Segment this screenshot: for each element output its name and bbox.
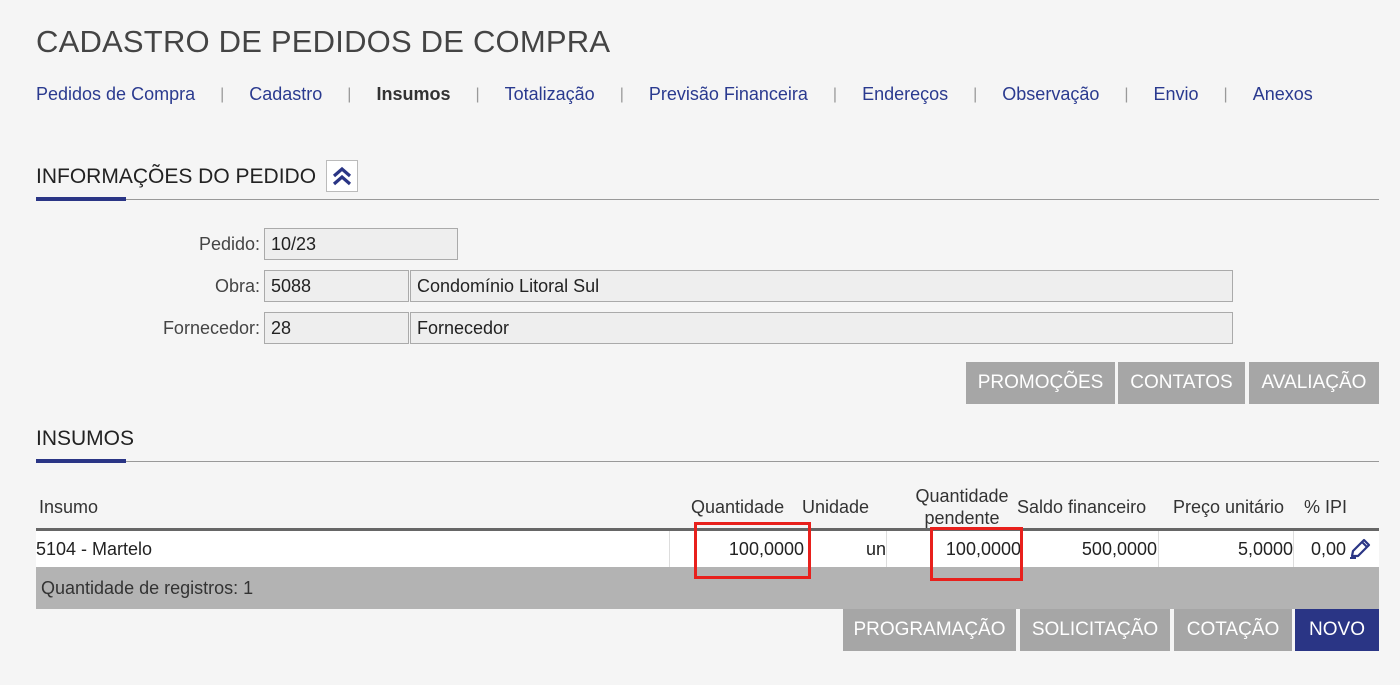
tab-observacao[interactable]: Observação	[1002, 84, 1099, 105]
obra-label: Obra:	[214, 275, 260, 296]
tab-separator: |	[220, 85, 225, 103]
fornecedor-name-field: Fornecedor	[410, 312, 1233, 344]
col-header-quantidade-pendente[interactable]: Quantidade pendente	[912, 485, 1012, 529]
pedido-label: Pedido:	[198, 233, 260, 254]
tab-cadastro[interactable]: Cadastro	[249, 84, 322, 105]
tab-previsao-financeira[interactable]: Previsão Financeira	[649, 84, 808, 105]
obra-code-field: 5088	[264, 270, 409, 302]
quantidade-highlight-box	[694, 522, 811, 579]
fornecedor-code-field: 28	[264, 312, 409, 344]
col-header-quantidade-pendente-line1: Quantidade	[915, 486, 1009, 506]
col-header-saldo-financeiro[interactable]: Saldo financeiro	[1017, 496, 1146, 518]
obra-name-field: Condomínio Litoral Sul	[410, 270, 1233, 302]
tab-anexos[interactable]: Anexos	[1253, 84, 1313, 105]
col-header-insumo[interactable]: Insumo	[39, 496, 98, 518]
fornecedor-label: Fornecedor:	[162, 317, 260, 338]
cell-insumo: 5104 - Martelo	[36, 539, 153, 559]
order-info-title: INFORMAÇÕES DO PEDIDO	[36, 165, 317, 188]
double-chevron-up-icon	[332, 166, 352, 186]
programacao-button[interactable]: PROGRAMAÇÃO	[843, 609, 1016, 651]
tab-enderecos[interactable]: Endereços	[862, 84, 948, 105]
tab-envio[interactable]: Envio	[1154, 84, 1199, 105]
tab-totalizacao[interactable]: Totalização	[505, 84, 595, 105]
tab-pedidos-de-compra[interactable]: Pedidos de Compra	[36, 84, 195, 105]
tab-separator: |	[619, 85, 624, 103]
pencil-icon[interactable]	[1348, 538, 1372, 560]
insumos-header: INSUMOS	[36, 420, 1379, 463]
col-header-quantidade[interactable]: Quantidade	[691, 496, 784, 518]
cell-ipi: 0,00	[1310, 539, 1346, 559]
tab-separator: |	[1223, 85, 1228, 103]
col-header-ipi[interactable]: % IPI	[1304, 496, 1347, 518]
obra-row: Obra: 5088 Condomínio Litoral Sul	[36, 270, 1233, 302]
tab-separator: |	[1124, 85, 1129, 103]
cell-unidade: un	[865, 539, 886, 559]
novo-button[interactable]: NOVO	[1295, 609, 1379, 651]
page-title: CADASTRO DE PEDIDOS DE COMPRA	[36, 24, 611, 59]
fornecedor-row: Fornecedor: 28 Fornecedor	[36, 312, 1233, 344]
cell-preco-unitario: 5,0000	[1237, 539, 1293, 559]
collapse-button[interactable]	[326, 160, 358, 192]
tab-separator: |	[347, 85, 352, 103]
solicitacao-button[interactable]: SOLICITAÇÃO	[1020, 609, 1170, 651]
pedido-row: Pedido: 10/23	[36, 228, 458, 260]
tab-separator: |	[832, 85, 838, 103]
pedido-field: 10/23	[264, 228, 458, 260]
col-header-quantidade-pendente-line2: pendente	[924, 508, 1000, 528]
cell-saldo-financeiro: 500,0000	[1081, 539, 1157, 559]
tab-insumos[interactable]: Insumos	[376, 84, 450, 105]
contatos-button[interactable]: CONTATOS	[1118, 362, 1245, 404]
col-header-preco-unitario[interactable]: Preço unitário	[1173, 496, 1284, 518]
avaliacao-button[interactable]: AVALIAÇÃO	[1249, 362, 1379, 404]
insumos-title: INSUMOS	[36, 427, 135, 450]
section-accent-bar	[36, 197, 126, 201]
tab-separator: |	[973, 85, 978, 103]
quantidade-pendente-highlight-box	[930, 527, 1023, 581]
cotacao-button[interactable]: COTAÇÃO	[1174, 609, 1292, 651]
tab-bar: Pedidos de Compra | Cadastro | Insumos |…	[36, 84, 1313, 105]
order-info-header: INFORMAÇÕES DO PEDIDO	[36, 158, 1379, 201]
promocoes-button[interactable]: PROMOÇÕES	[966, 362, 1115, 404]
col-header-unidade[interactable]: Unidade	[802, 496, 869, 518]
section-accent-bar	[36, 459, 126, 463]
tab-separator: |	[475, 85, 480, 103]
